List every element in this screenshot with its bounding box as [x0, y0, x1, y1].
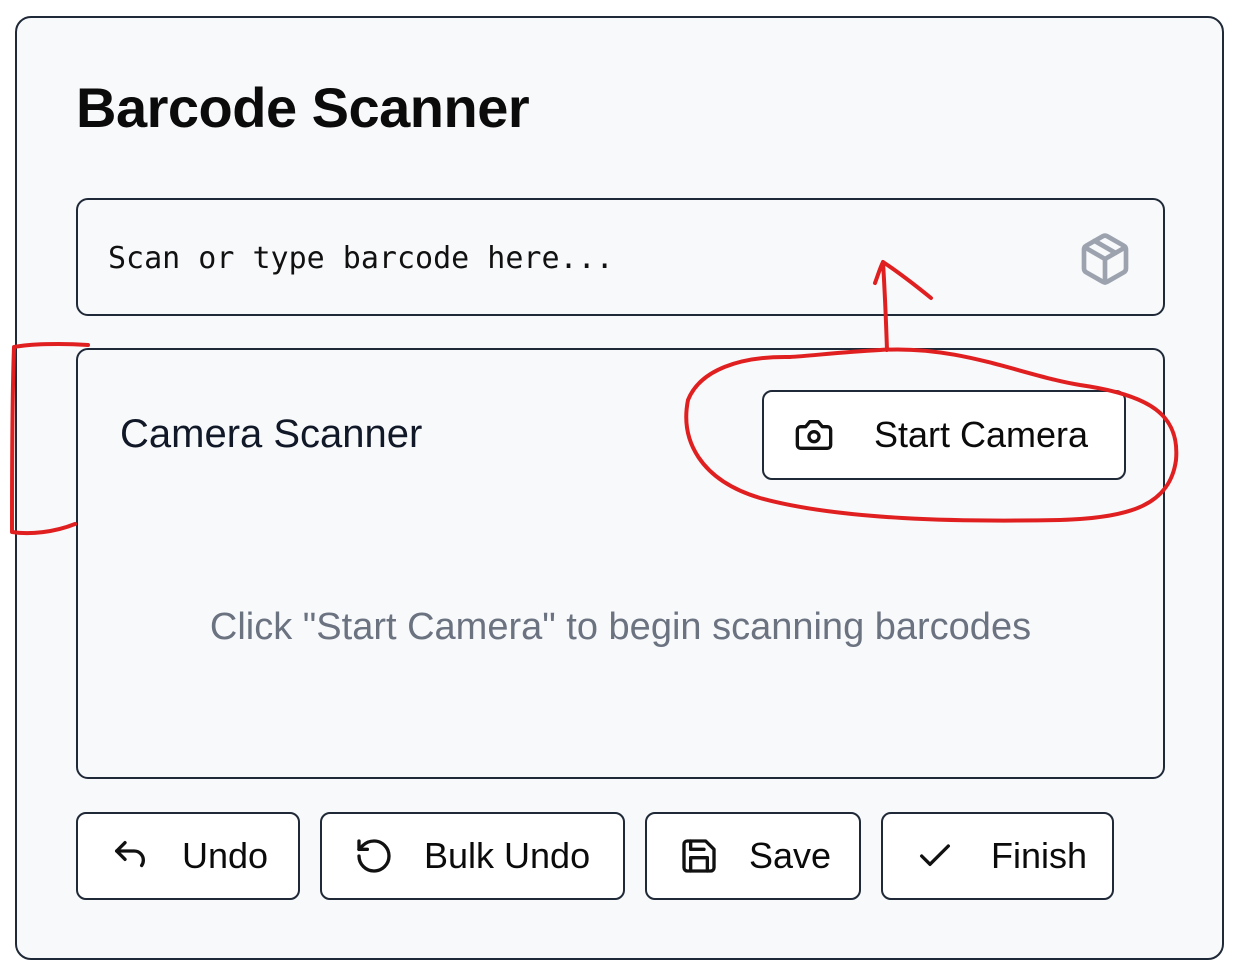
page-title: Barcode Scanner: [76, 76, 530, 139]
package-icon: [1081, 233, 1129, 285]
start-camera-button[interactable]: Start Camera: [762, 390, 1126, 480]
check-icon: [920, 844, 950, 866]
undo-icon: [115, 841, 146, 868]
finish-label: Finish: [991, 835, 1088, 876]
barcode-input-container: [76, 198, 1165, 316]
bulk-undo-label: Bulk Undo: [424, 835, 591, 876]
save-icon: [682, 839, 716, 873]
save-button[interactable]: Save: [645, 812, 861, 900]
rotate-ccw-icon: [357, 839, 391, 873]
camera-hint-text: Click "Start Camera" to begin scanning b…: [209, 606, 1032, 648]
start-camera-label: Start Camera: [874, 414, 1089, 455]
bulk-undo-button[interactable]: Bulk Undo: [320, 812, 625, 900]
undo-button[interactable]: Undo: [76, 812, 300, 900]
barcode-input[interactable]: [108, 230, 1048, 286]
camera-scanner-title: Camera Scanner: [120, 412, 423, 456]
camera-scanner-panel: Camera Scanner Start Camera Click "Start…: [76, 348, 1165, 779]
camera-icon: [795, 420, 833, 450]
save-label: Save: [749, 835, 832, 876]
page: Barcode Scanner Camera Scanner Start Cam…: [0, 0, 1241, 973]
finish-button[interactable]: Finish: [881, 812, 1114, 900]
undo-label: Undo: [182, 835, 269, 876]
